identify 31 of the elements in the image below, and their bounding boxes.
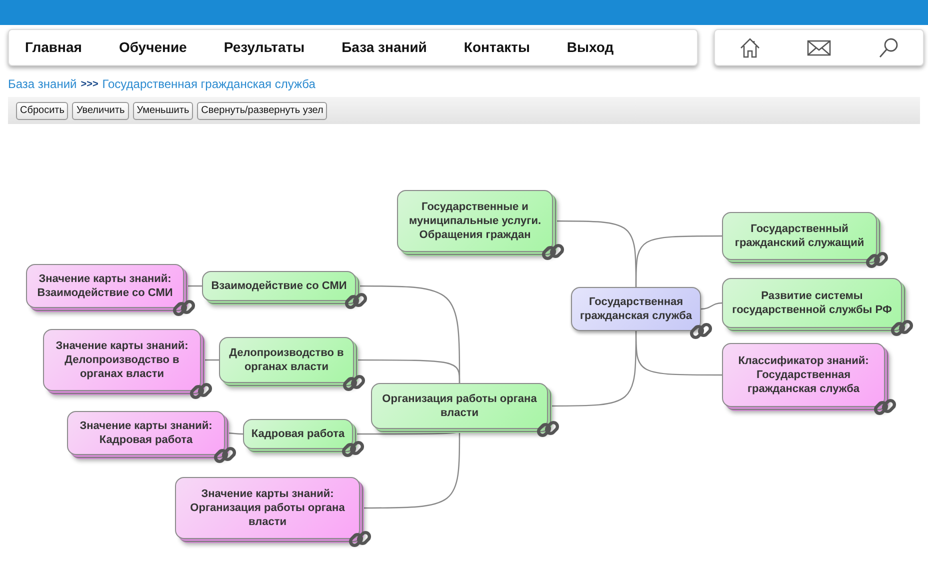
nav-link[interactable]: Главная: [25, 37, 82, 58]
toolbar-button[interactable]: Сбросить: [16, 102, 68, 120]
mail-icon[interactable]: [807, 38, 832, 56]
node-label: Государственная гражданская служба: [578, 294, 694, 324]
nav-link[interactable]: Результаты: [224, 37, 305, 58]
home-icon[interactable]: [738, 36, 761, 58]
node-label: Классификатор знаний: Государственная гражданская служба: [737, 354, 870, 396]
search-icon[interactable]: [878, 36, 900, 58]
node-label: Значение карты знаний: Делопроизводство в органах власти: [54, 338, 190, 382]
nav-link[interactable]: Обучение: [118, 37, 187, 58]
node-label: Государственные и муниципальные услуги. Обращения граждан: [408, 200, 542, 242]
node-label: Делопроизводство в органах власти: [228, 346, 345, 374]
root-node[interactable]: Государственная гражданская служба: [571, 287, 701, 331]
node-label: Организация работы органа власти: [381, 392, 538, 420]
node-label: Значение карты знаний: Взаимодействие со СМИ: [36, 272, 174, 300]
node-label: Взаимодействие со СМИ: [211, 278, 347, 294]
node-label: Значение карты знаний: Организация работы органа власти: [189, 486, 346, 530]
connector-line: [700, 302, 722, 310]
nav-link[interactable]: Выход: [566, 37, 614, 58]
breadcrumb-separator: >>>: [80, 78, 98, 92]
toolbar-button[interactable]: Увеличить: [72, 102, 129, 120]
node-label: Значение карты знаний: Кадровая работа: [78, 418, 214, 448]
breadcrumb-link[interactable]: Государственная гражданская служба: [102, 75, 316, 93]
nav-link[interactable]: База знаний: [342, 37, 427, 58]
node-label: Кадровая работа: [251, 426, 345, 442]
node-label: Государственный гражданский служащий: [734, 222, 866, 250]
node-label: Развитие системы государственной службы РФ: [731, 288, 893, 318]
toolbar-button[interactable]: Уменьшить: [132, 102, 194, 120]
toolbar-button[interactable]: Свернуть/развернуть узел: [197, 102, 328, 120]
breadcrumb-link[interactable]: База знаний: [8, 75, 77, 93]
nav-link[interactable]: Контакты: [464, 37, 530, 58]
